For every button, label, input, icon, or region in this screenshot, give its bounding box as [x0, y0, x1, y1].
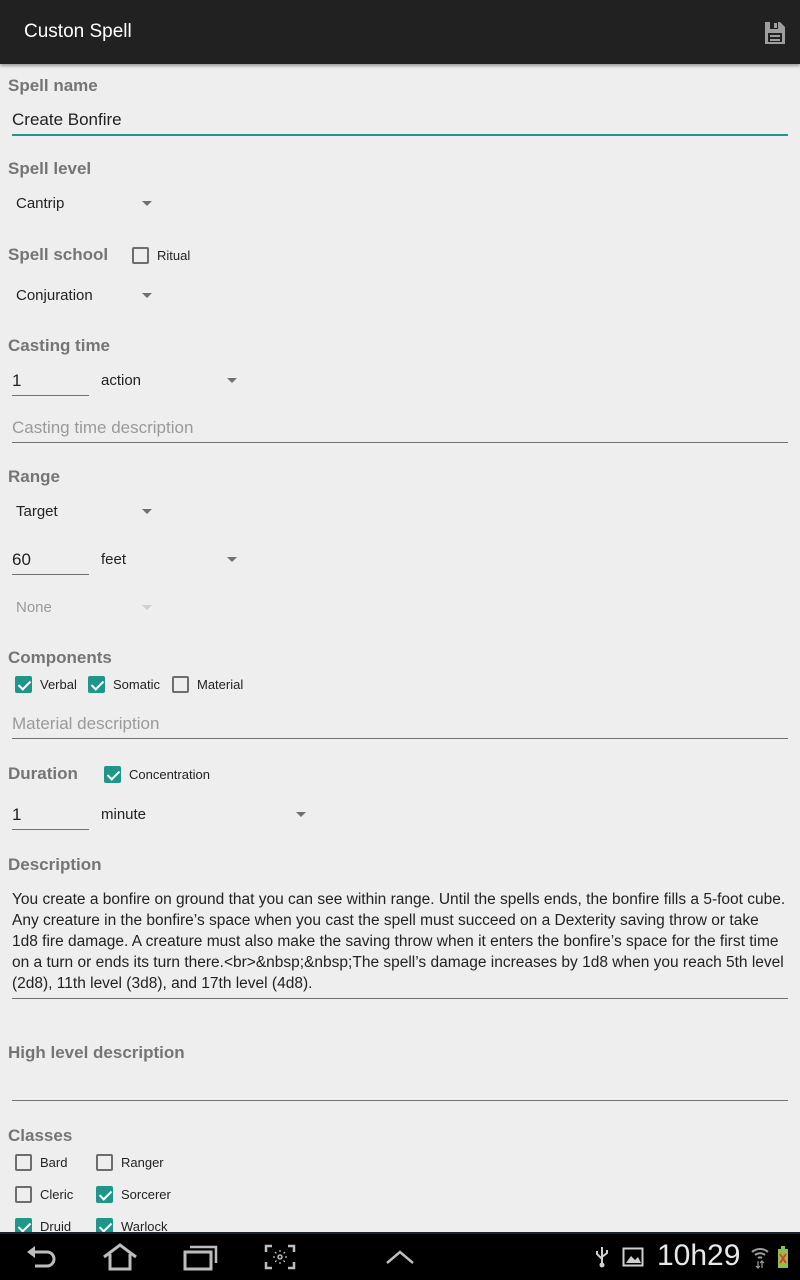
range-label: Range [8, 467, 60, 486]
wifi-icon [750, 1240, 770, 1274]
description-label: Description [8, 855, 102, 874]
back-icon [27, 1246, 56, 1268]
range-type-spinner[interactable]: Target [16, 503, 156, 520]
duration-unit-value: minute [101, 806, 147, 823]
class-checkbox-warlock[interactable]: Warlock [96, 1218, 167, 1232]
checkbox-box [96, 1186, 113, 1203]
dropdown-arrow-icon [296, 812, 306, 817]
checkbox-box [96, 1154, 113, 1171]
spell-school-label: Spell school [8, 245, 109, 264]
dropdown-arrow-icon [227, 378, 237, 383]
spell-school-spinner[interactable]: Conjuration [16, 287, 156, 304]
home-icon [103, 1243, 137, 1271]
system-navigation-bar: 10h29 [0, 1232, 800, 1280]
spell-form: Spell name Create Bonfire Spell level Ca… [0, 64, 800, 1232]
dropdown-arrow-icon [142, 605, 152, 610]
class-label: Ranger [121, 1155, 164, 1170]
expand-up-button[interactable] [380, 1240, 420, 1274]
recent-apps-icon [183, 1245, 218, 1271]
screenshot-button[interactable] [260, 1240, 300, 1274]
image-notification-icon [622, 1240, 644, 1274]
screenshot-icon [264, 1244, 296, 1270]
class-checkbox-sorcerer[interactable]: Sorcerer [96, 1186, 171, 1203]
checkbox-box [132, 247, 149, 264]
checkbox-box [15, 1186, 32, 1203]
duration-label: Duration [8, 764, 78, 783]
range-area-spinner: None [16, 599, 156, 616]
checkbox-box [15, 1154, 32, 1171]
dropdown-arrow-icon [142, 509, 152, 514]
class-label: Warlock [121, 1219, 168, 1232]
ritual-label: Ritual [157, 248, 191, 263]
high-level-description-input[interactable] [12, 1076, 788, 1101]
component-checkbox-verbal[interactable]: Verbal [15, 676, 77, 693]
component-label: Material [197, 677, 244, 692]
checkbox-box [172, 676, 189, 693]
range-area-value: None [16, 599, 52, 616]
checkbox-box [104, 766, 121, 783]
casting-time-amount-input[interactable]: 1 [12, 371, 89, 396]
components-label: Components [8, 648, 112, 667]
spell-level-spinner[interactable]: Cantrip [16, 195, 156, 212]
checkbox-box [15, 1218, 32, 1232]
casting-time-label: Casting time [8, 336, 111, 355]
duration-amount-input[interactable]: 1 [12, 805, 89, 830]
home-button[interactable] [100, 1240, 140, 1274]
checkbox-box [88, 676, 105, 693]
dropdown-arrow-icon [142, 293, 152, 298]
spell-school-value: Conjuration [16, 287, 93, 304]
duration-unit-spinner[interactable]: minute [101, 806, 311, 823]
range-unit-spinner[interactable]: feet [101, 551, 241, 568]
class-label: Bard [40, 1155, 68, 1170]
range-unit-value: feet [101, 551, 127, 568]
save-button[interactable] [762, 20, 788, 46]
classes-label: Classes [8, 1126, 73, 1145]
casting-time-description-input[interactable]: Casting time description [12, 418, 788, 443]
concentration-checkbox[interactable]: Concentration [104, 766, 210, 783]
status-clock: 10h29 [657, 1239, 741, 1272]
range-amount-input[interactable]: 60 [12, 550, 89, 575]
spell-level-value: Cantrip [16, 195, 65, 212]
class-label: Sorcerer [121, 1187, 171, 1202]
chevron-up-icon [386, 1250, 414, 1264]
material-description-input[interactable]: Material description [12, 714, 788, 739]
class-checkbox-druid[interactable]: Druid [15, 1218, 71, 1232]
class-label: Cleric [40, 1187, 74, 1202]
class-checkbox-ranger[interactable]: Ranger [96, 1154, 164, 1171]
back-button[interactable] [22, 1240, 62, 1274]
component-checkbox-somatic[interactable]: Somatic [88, 676, 160, 693]
spell-name-label: Spell name [8, 76, 98, 95]
floppy-disk-icon [765, 22, 785, 44]
class-label: Druid [40, 1219, 72, 1232]
ritual-checkbox[interactable]: Ritual [132, 247, 190, 264]
component-checkbox-material[interactable]: Material [172, 676, 243, 693]
concentration-label: Concentration [129, 767, 210, 782]
component-label: Verbal [40, 677, 77, 692]
class-checkbox-bard[interactable]: Bard [15, 1154, 67, 1171]
spell-level-label: Spell level [8, 159, 92, 178]
battery-icon [776, 1240, 790, 1274]
spell-name-input[interactable]: Create Bonfire [12, 110, 788, 136]
casting-time-unit-spinner[interactable]: action [101, 372, 241, 389]
checkbox-box [96, 1218, 113, 1232]
range-type-value: Target [16, 503, 58, 520]
description-input[interactable]: You create a bonfire on ground that you … [12, 889, 788, 999]
component-label: Somatic [113, 677, 160, 692]
checkbox-box [15, 676, 32, 693]
app-title: Custon Spell [24, 21, 132, 42]
casting-time-unit-value: action [101, 372, 142, 389]
dropdown-arrow-icon [227, 557, 237, 562]
class-checkbox-cleric[interactable]: Cleric [15, 1186, 73, 1203]
recent-apps-button[interactable] [180, 1240, 220, 1274]
usb-icon [592, 1240, 612, 1274]
dropdown-arrow-icon [142, 201, 152, 206]
action-bar: Custon Spell [0, 0, 800, 64]
high-level-description-label: High level description [8, 1043, 185, 1062]
